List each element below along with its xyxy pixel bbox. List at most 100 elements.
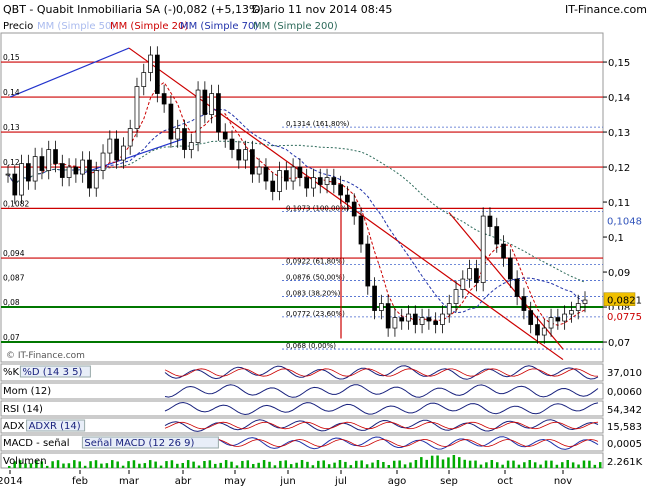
candle-body	[12, 173, 18, 196]
candle-body	[270, 180, 276, 192]
x-tick-label: may	[224, 476, 246, 487]
volume-bar	[289, 464, 293, 468]
volume-bar	[512, 460, 515, 468]
level-label: 0,08	[3, 298, 20, 307]
candle-body	[331, 177, 337, 185]
candle-body	[243, 149, 248, 161]
candle-body	[345, 194, 350, 203]
volume-bar	[317, 460, 320, 468]
volume-bar	[67, 463, 71, 468]
fibonacci-label: 0,1073 (100,00%)	[286, 205, 350, 213]
volume-bar	[452, 455, 456, 468]
candle-body	[188, 142, 194, 150]
volume-bar	[571, 462, 575, 468]
candle-body	[351, 201, 357, 217]
fibonacci-label: 0,068 (0,00%)	[286, 342, 336, 350]
candle-body	[317, 177, 323, 185]
volume-bar	[523, 462, 526, 468]
volume-bar	[94, 460, 98, 468]
candle-body	[541, 327, 547, 336]
volume-bar	[338, 460, 342, 468]
candle-body	[528, 310, 534, 325]
volume-bar	[284, 460, 288, 468]
candle-body	[19, 163, 24, 196]
volume-bar	[51, 461, 54, 468]
header-datetime: 11 nov 2014 08:45	[288, 3, 392, 16]
volume-bar	[132, 460, 136, 468]
volume-bar	[414, 460, 418, 468]
volume-bar	[154, 461, 157, 468]
indicator-value: 54,342	[607, 405, 642, 416]
indicator-label: Volumen	[3, 456, 47, 467]
volume-bar	[420, 457, 423, 468]
candle-body	[569, 310, 574, 315]
volume-bar	[311, 465, 315, 468]
volume-bar	[387, 464, 391, 468]
volume-bar	[127, 461, 130, 468]
candle-body	[141, 72, 147, 87]
volume-bar	[116, 461, 119, 468]
volume-bar	[468, 460, 472, 468]
volume-bar	[159, 465, 163, 468]
candle-body	[392, 317, 398, 329]
x-tick-label: mar	[119, 476, 140, 487]
y-tick-label: 0,13	[608, 128, 630, 139]
volume-bar	[430, 455, 434, 468]
candle-body	[290, 166, 296, 182]
candle-body	[412, 313, 418, 325]
volume-bar	[561, 462, 564, 468]
volume-bar	[143, 463, 147, 468]
volume-bar	[208, 460, 212, 468]
candle-body	[175, 128, 181, 140]
volume-bar	[447, 457, 450, 468]
candle-body	[93, 170, 99, 189]
x-axis: 2014 feb mar abr may jun jul ago sep oct nov	[0, 470, 572, 487]
candle-body	[222, 131, 228, 140]
volume-bar	[550, 460, 553, 468]
fibonacci-label: 0,0876 (50,00%)	[286, 273, 345, 281]
fibonacci-label: 0,0772 (23,60%)	[286, 310, 345, 318]
volume-bar	[506, 460, 510, 468]
volume-bar	[230, 461, 233, 468]
candle-body	[555, 317, 561, 322]
volume-bar	[138, 463, 141, 468]
volume-bar	[295, 462, 298, 468]
volume-bar	[241, 460, 244, 468]
y-tick-label: 0,07	[608, 338, 630, 349]
x-tick-label: jul	[334, 476, 347, 487]
volume-bar	[100, 463, 103, 468]
volume-bar	[197, 465, 201, 468]
indicator-value: 0,0060	[607, 387, 642, 398]
indicator-panel	[0, 400, 604, 417]
price-tag-label: 0,1048	[607, 216, 642, 227]
indicator-value: 2.261K	[607, 457, 643, 468]
candle-body	[297, 166, 303, 178]
volume-bar	[235, 465, 239, 468]
volume-bar	[176, 463, 179, 468]
indicator-extra: Señal MACD (12 26 9)	[84, 438, 194, 449]
candle-body	[107, 138, 113, 154]
volume-bar	[566, 460, 569, 468]
indicator-label: %K	[3, 367, 20, 378]
volume-bar	[78, 461, 81, 468]
indicator-label: MACD - señal	[3, 438, 70, 449]
candle-body	[324, 177, 330, 185]
candle-body	[161, 93, 167, 105]
candle-body	[209, 93, 214, 115]
volume-bar	[409, 462, 412, 468]
legend-precio: Precio	[3, 21, 33, 32]
volume-bar	[279, 460, 282, 468]
volume-bar	[333, 462, 336, 468]
candle-body	[480, 215, 486, 283]
candle-body	[562, 313, 567, 322]
candle-body	[548, 317, 554, 329]
volume-bar	[203, 461, 206, 468]
volume-bar	[392, 460, 396, 468]
volume-bar	[441, 459, 445, 468]
volume-bar	[458, 457, 461, 468]
candle-body	[100, 152, 106, 171]
legend-mm200: MM (Simple 200)	[253, 21, 338, 32]
volume-bar	[83, 465, 87, 468]
volume-bar	[463, 459, 466, 468]
volume-bar	[327, 464, 331, 468]
